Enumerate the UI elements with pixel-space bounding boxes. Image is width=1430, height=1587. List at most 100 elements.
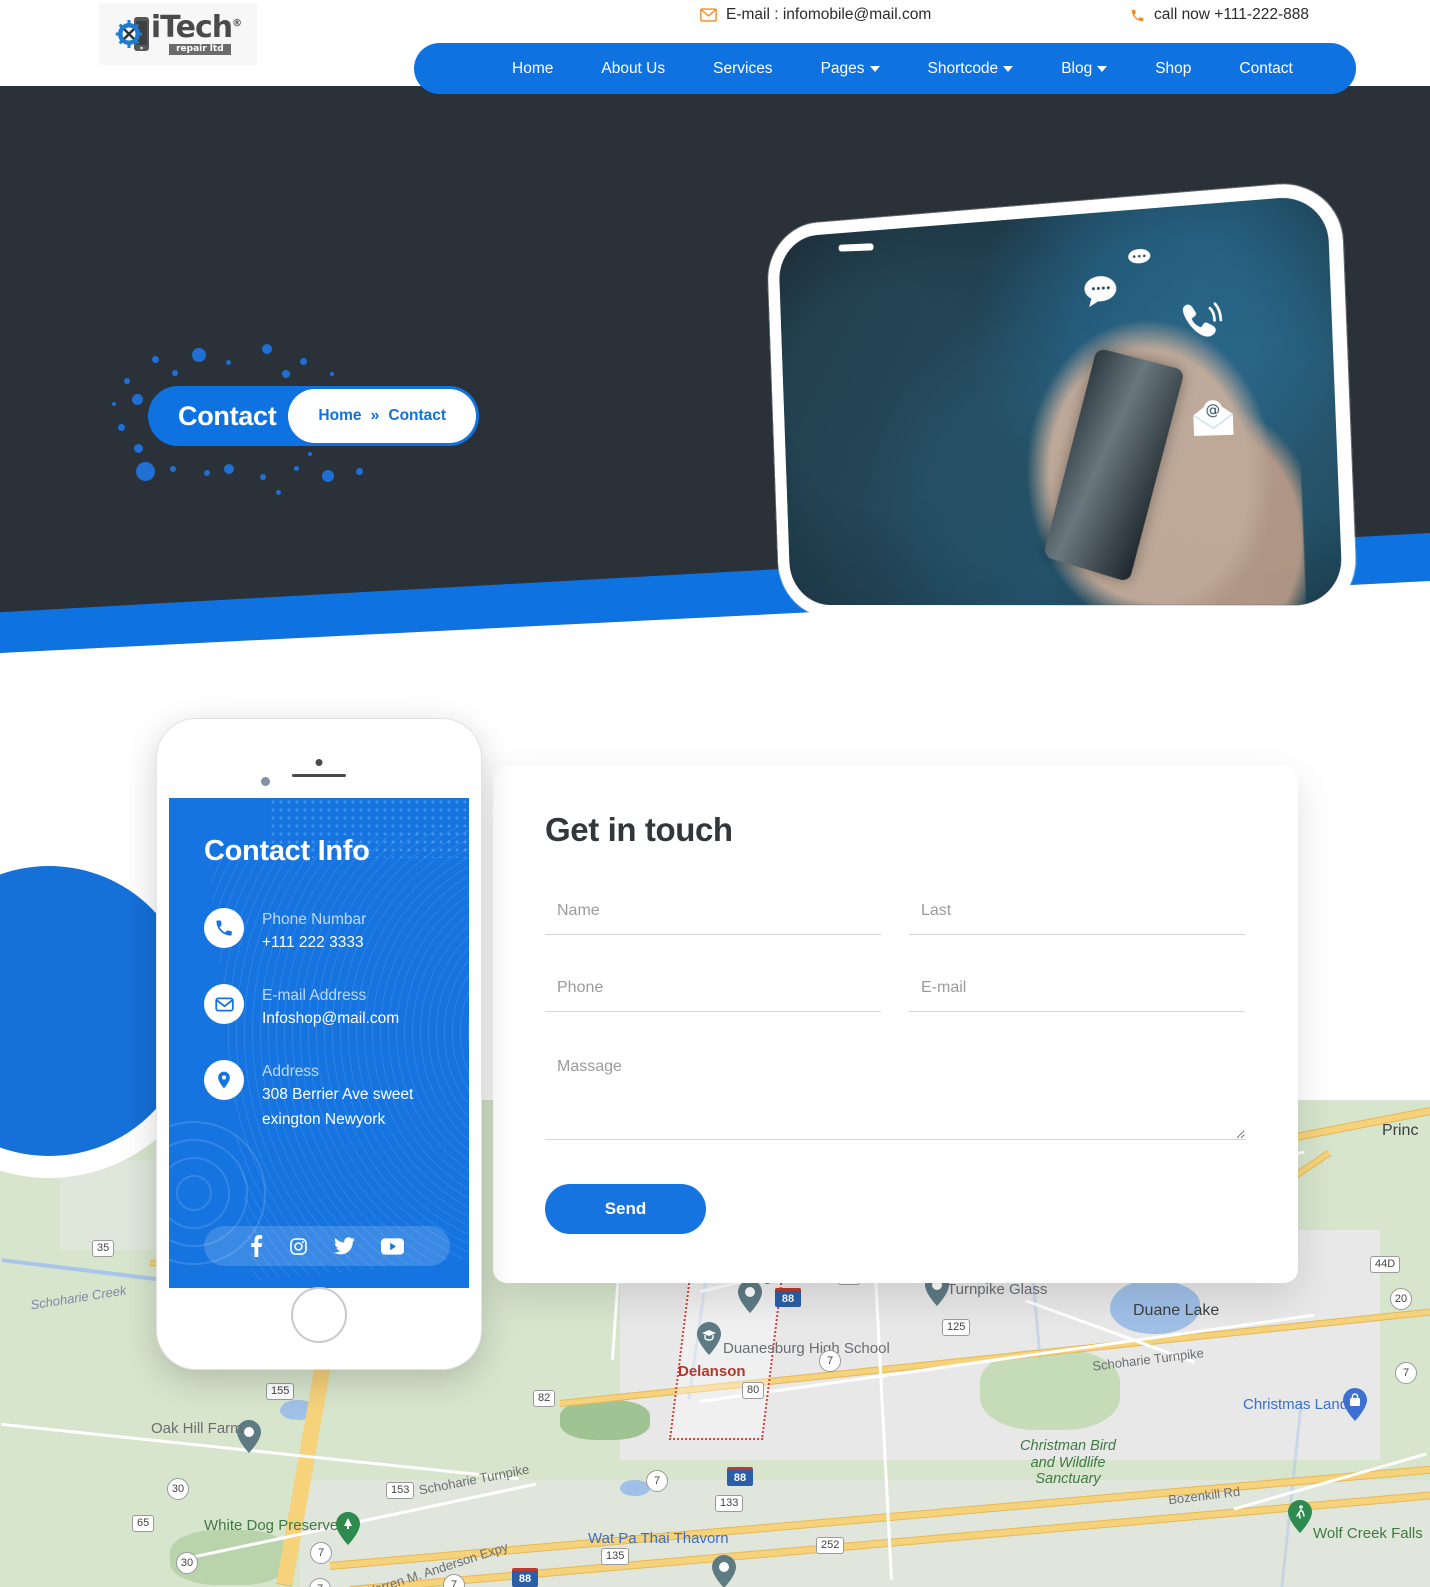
contact-info-label: Phone Numbar (262, 911, 367, 928)
header-phone[interactable]: call now +111-222-888 (1130, 6, 1309, 24)
name-field-wrap (545, 894, 881, 935)
route-shield: 153 (386, 1482, 415, 1499)
breadcrumb-home-link[interactable]: Home (318, 407, 361, 425)
route-shield: 135 (601, 1548, 630, 1565)
name-input[interactable] (545, 894, 881, 935)
envelope-icon (700, 8, 717, 22)
map-label: Wat Pa Thai Thavorn (588, 1530, 729, 1547)
route-shield: 7 (310, 1542, 332, 1564)
map-pin-school[interactable] (697, 1322, 721, 1355)
map-label: Wolf Creek Falls (1313, 1525, 1423, 1542)
phone-field-wrap (545, 971, 881, 1012)
chat-bubble-icon (1127, 248, 1151, 271)
route-shield: 133 (715, 1495, 744, 1512)
phone-camera-icon (261, 777, 270, 786)
contact-info-label: E-mail Address (262, 987, 367, 1004)
map-label: Christman Bird and Wildlife Sanctuary (1020, 1438, 1116, 1488)
contact-info-panel: Contact Info Phone Numbar +111 222 3333 … (169, 798, 469, 1288)
contact-info-heading: Contact Info (204, 835, 370, 867)
main-navigation: Home About Us Services Pages Shortcode B… (414, 43, 1356, 94)
header-email[interactable]: E-mail : infomobile@mail.com (700, 6, 931, 24)
svg-text:@: @ (1205, 403, 1220, 420)
route-shield: 65 (132, 1515, 155, 1532)
map-label: Duane Lake (1133, 1302, 1220, 1319)
phone-sensor-dot (315, 759, 323, 766)
route-shield: 88 (775, 1288, 801, 1307)
chevron-down-icon (869, 65, 880, 72)
chevron-down-icon (1003, 65, 1014, 72)
route-shield: 82 (533, 1390, 556, 1407)
route-shield: 80 (742, 1382, 765, 1399)
route-shield: 30 (176, 1552, 198, 1574)
contact-info-row-phone[interactable]: Phone Numbar +111 222 3333 (204, 908, 366, 956)
contact-form-fields (545, 894, 1245, 1145)
message-textarea[interactable] (545, 1048, 1245, 1140)
map-label: Duanesburg High School (723, 1340, 890, 1357)
route-shield: 155 (266, 1383, 295, 1400)
contact-info-row-address[interactable]: Address 308 Berrier Ave sweet exington N… (204, 1060, 427, 1133)
map-label: Oak Hill Farm (151, 1420, 243, 1437)
route-shield: 35 (92, 1240, 115, 1257)
map-pin[interactable] (712, 1555, 736, 1587)
hero-banner: Contact Home » Contact @ (0, 86, 1430, 653)
nav-item-about-us[interactable]: About Us (601, 60, 665, 78)
send-button[interactable]: Send (545, 1184, 706, 1234)
last-field-wrap (909, 894, 1245, 935)
nav-item-contact[interactable]: Contact (1239, 60, 1292, 78)
logo-wordmark: iTech® repair ltd (150, 10, 242, 55)
twitter-icon[interactable] (334, 1237, 355, 1255)
map-label: Turnpike Glass (947, 1281, 1048, 1298)
logo-tagline: repair ltd (168, 44, 231, 55)
route-shield: 88 (727, 1467, 753, 1486)
nav-item-services[interactable]: Services (713, 60, 772, 78)
breadcrumb-trail: Home » Contact (288, 389, 477, 443)
route-shield: 7 (819, 1350, 841, 1372)
phone-icon (204, 908, 244, 948)
route-shield: 125 (942, 1319, 971, 1336)
route-shield: 252 (816, 1537, 845, 1554)
social-links (204, 1226, 450, 1266)
header-email-text: E-mail : infomobile@mail.com (726, 6, 932, 23)
email-at-icon: @ (1191, 395, 1236, 443)
youtube-icon[interactable] (381, 1237, 404, 1255)
route-shield: 20 (1390, 1288, 1412, 1310)
route-shield: 30 (167, 1478, 189, 1500)
nav-item-shortcode[interactable]: Shortcode (928, 60, 1014, 78)
map-label: Schoharie Creek (29, 1282, 128, 1313)
contact-info-phone-mockup: Contact Info Phone Numbar +111 222 3333 … (156, 718, 482, 1370)
facebook-icon[interactable] (250, 1235, 263, 1257)
hero-device-image: @ (748, 179, 1358, 620)
nav-item-pages[interactable]: Pages (821, 60, 880, 78)
phone-ring-icon (1175, 299, 1224, 352)
email-input[interactable] (909, 971, 1245, 1012)
nav-item-home[interactable]: Home (512, 60, 553, 78)
chevron-down-icon (1097, 65, 1108, 72)
contact-info-row-email[interactable]: E-mail Address Infoshop@mail.com (204, 984, 399, 1032)
map-label: Princ (1382, 1122, 1419, 1139)
route-shield: 88 (512, 1568, 538, 1587)
map-label: White Dog Preserves (204, 1517, 346, 1534)
map-pin-hiking[interactable] (1288, 1500, 1312, 1533)
page-title: Contact (178, 400, 277, 431)
phone-input[interactable] (545, 971, 881, 1012)
nav-item-blog[interactable]: Blog (1061, 60, 1108, 78)
route-shield: 7 (1395, 1362, 1417, 1384)
map-label: Christmas Land (1243, 1396, 1349, 1413)
contact-form-card: Get in touch Send (493, 766, 1298, 1283)
map-marker-icon (204, 1060, 244, 1100)
breadcrumb: Contact Home » Contact (148, 386, 480, 446)
gear-phone-logo-icon (115, 14, 155, 54)
instagram-icon[interactable] (289, 1237, 308, 1256)
contact-info-value: 308 Berrier Ave sweet exington Newyork (262, 1086, 414, 1129)
contact-info-value: Infoshop@mail.com (262, 1010, 400, 1028)
envelope-icon (204, 984, 244, 1024)
map-label: Delanson (678, 1363, 746, 1380)
phone-home-button[interactable] (291, 1287, 347, 1343)
route-shield: 7 (646, 1470, 668, 1492)
phone-speaker (292, 774, 346, 777)
form-title: Get in touch (545, 811, 733, 848)
last-input[interactable] (909, 894, 1245, 935)
breadcrumb-current: Contact (388, 407, 447, 424)
site-logo[interactable]: iTech® repair ltd (99, 3, 257, 65)
nav-item-shop[interactable]: Shop (1155, 60, 1191, 78)
